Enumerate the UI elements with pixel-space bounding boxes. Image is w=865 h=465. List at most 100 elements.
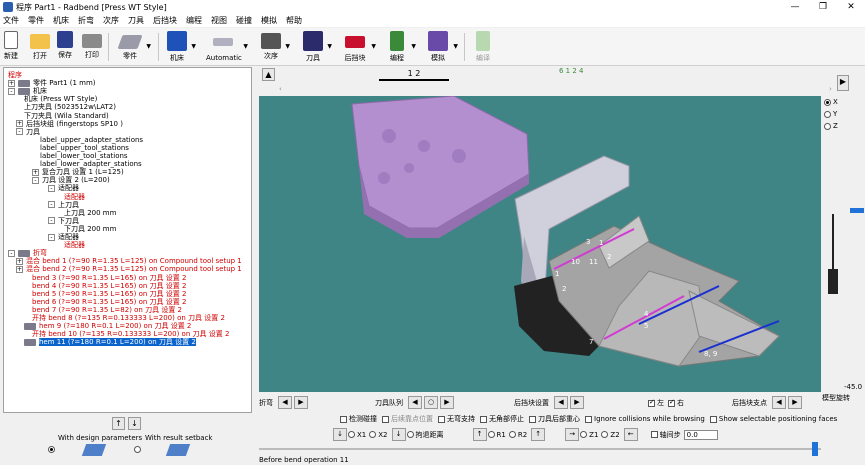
x1-radio[interactable] (348, 431, 355, 438)
part-dropdown-icon[interactable]: ▼ (146, 43, 151, 50)
tools-button[interactable]: 刀具 ▼ (302, 31, 332, 63)
menu-machine[interactable]: 机床 (53, 15, 69, 26)
scroll-left-icon[interactable]: ‹ (279, 85, 282, 93)
menu-tools[interactable]: 刀具 (128, 15, 144, 26)
tool-queue-center-button[interactable]: ○ (424, 396, 438, 409)
collapse-icon[interactable]: - (48, 201, 55, 209)
design-params-radio[interactable] (48, 446, 55, 453)
no-stop-checkbox[interactable] (480, 415, 487, 423)
r-up2-button[interactable]: ↑ (531, 428, 546, 441)
program-tree[interactable]: 程序 + 零件 Part1 (1 mm) - 机床 机床 (Press WT Style)… (3, 67, 252, 413)
z1-radio[interactable] (580, 431, 588, 438)
x-retract-button[interactable]: ↓ (391, 428, 406, 441)
tool-queue-prev-button[interactable]: ◀ (408, 396, 422, 409)
menu-backgauge[interactable]: 后挡块 (153, 15, 177, 26)
backgauge-set-next-button[interactable]: ▶ (570, 396, 584, 409)
3d-viewport[interactable]: 3 1 10 11 2 1 2 4 5 7 8, 9 (259, 95, 821, 392)
axis-step-checkbox[interactable] (650, 431, 658, 438)
x-down-button[interactable]: ↓ (333, 428, 347, 441)
z-left-button[interactable]: ← (623, 428, 638, 441)
menu-program[interactable]: 编程 (186, 15, 202, 26)
expand-icon[interactable]: + (16, 265, 23, 273)
axis-z-radio[interactable]: Z (824, 122, 838, 130)
retract-radio[interactable] (406, 431, 414, 438)
move-down-button[interactable]: ↓ (128, 417, 141, 430)
backgauge-button[interactable]: 后挡块 ▼ (342, 31, 376, 63)
backgauge-point-prev-button[interactable]: ◀ (772, 396, 786, 409)
expand-icon[interactable]: + (32, 168, 39, 176)
menu-collision[interactable]: 碰撞 (236, 15, 252, 26)
collapse-icon[interactable]: - (48, 184, 55, 192)
simulate-dropdown-icon[interactable]: ▼ (453, 43, 458, 50)
r-up-button[interactable]: ↑ (472, 428, 487, 441)
expand-icon[interactable]: + (16, 120, 23, 128)
collapse-icon[interactable]: - (48, 217, 55, 225)
tool-queue-next-button[interactable]: ▶ (440, 396, 454, 409)
bend-prev-button[interactable]: ◀ (278, 396, 292, 409)
rotation-slider-thumb[interactable] (850, 208, 864, 213)
menu-part[interactable]: 零件 (28, 15, 44, 26)
show-positions-checkbox[interactable] (709, 415, 717, 423)
new-button[interactable]: 新建 (4, 31, 18, 61)
sequence-button[interactable]: 次序 ▼ (260, 31, 290, 61)
right-arrow-button[interactable]: ▶ (837, 75, 849, 91)
right-checkbox[interactable] (668, 398, 675, 407)
scroll-right-icon[interactable]: › (829, 85, 832, 93)
tool-center-checkbox[interactable] (529, 415, 536, 423)
program-dropdown-icon[interactable]: ▼ (411, 43, 416, 50)
open-button[interactable]: 打开 (30, 31, 50, 61)
sequence-dropdown-icon[interactable]: ▼ (285, 43, 290, 50)
backgauge-point-next-button[interactable]: ▶ (788, 396, 802, 409)
bend-next-button[interactable]: ▶ (294, 396, 308, 409)
translate-button[interactable]: 编译 (472, 31, 494, 63)
program-button[interactable]: 编程 ▼ (386, 31, 416, 63)
axis-x-radio[interactable]: X (824, 98, 838, 106)
machine-button[interactable]: 机床 ▼ (166, 31, 196, 63)
z-right-button[interactable]: → (565, 428, 580, 441)
save-button[interactable]: 保存 (57, 31, 73, 60)
close-button[interactable]: ✕ (837, 0, 865, 14)
backgauge-set-prev-button[interactable]: ◀ (554, 396, 568, 409)
menu-bend[interactable]: 折弯 (78, 15, 94, 26)
collapse-icon[interactable]: - (48, 233, 55, 241)
check-collision-checkbox[interactable] (340, 415, 347, 423)
station-tab[interactable]: 1 2 (379, 69, 449, 81)
collapse-icon[interactable]: - (32, 176, 39, 184)
gauge-pos-checkbox[interactable] (382, 415, 389, 423)
collapse-icon[interactable]: - (8, 249, 15, 257)
axis-y-radio[interactable]: Y (824, 110, 837, 118)
menu-help[interactable]: 帮助 (286, 15, 302, 26)
operation-slider-track[interactable] (259, 448, 821, 450)
machine-dropdown-icon[interactable]: ▼ (191, 43, 196, 50)
axis-step-input[interactable]: 0.0 (683, 429, 718, 440)
tree-item[interactable]: - 刀具 (16, 128, 40, 137)
result-setback-radio[interactable] (134, 446, 141, 453)
menu-simulate[interactable]: 模拟 (261, 15, 277, 26)
r2-radio[interactable] (508, 431, 516, 438)
radio-z-icon[interactable] (824, 122, 831, 130)
collapse-icon[interactable]: - (16, 128, 23, 136)
print-button[interactable]: 打印 (82, 31, 102, 60)
simulate-button[interactable]: 模拟 ▼ (426, 31, 458, 63)
automatic-dropdown-icon[interactable]: ▼ (243, 43, 248, 50)
tree-item[interactable]: 适配器 (64, 241, 85, 250)
part-button[interactable]: 零件 ▼ (117, 31, 151, 61)
z2-radio[interactable] (601, 431, 609, 438)
radio-x-icon[interactable] (824, 98, 831, 106)
x2-radio[interactable] (369, 431, 377, 438)
automatic-button[interactable]: Automatic ▼ (206, 31, 248, 62)
no-support-checkbox[interactable] (438, 415, 445, 423)
r1-radio[interactable] (487, 431, 495, 438)
expand-icon[interactable]: + (16, 257, 23, 265)
up-arrow-button[interactable]: ▲ (262, 68, 275, 81)
menu-sequence[interactable]: 次序 (103, 15, 119, 26)
collapse-icon[interactable]: - (8, 87, 15, 95)
operation-slider-thumb[interactable] (812, 442, 818, 456)
move-up-button[interactable]: ↑ (112, 417, 125, 430)
backgauge-dropdown-icon[interactable]: ▼ (371, 43, 376, 50)
restore-button[interactable]: ❐ (809, 0, 837, 14)
minimize-button[interactable]: — (781, 0, 809, 14)
left-checkbox[interactable] (648, 398, 655, 407)
expand-icon[interactable]: + (8, 79, 15, 87)
ignore-collisions-checkbox[interactable] (585, 415, 592, 423)
